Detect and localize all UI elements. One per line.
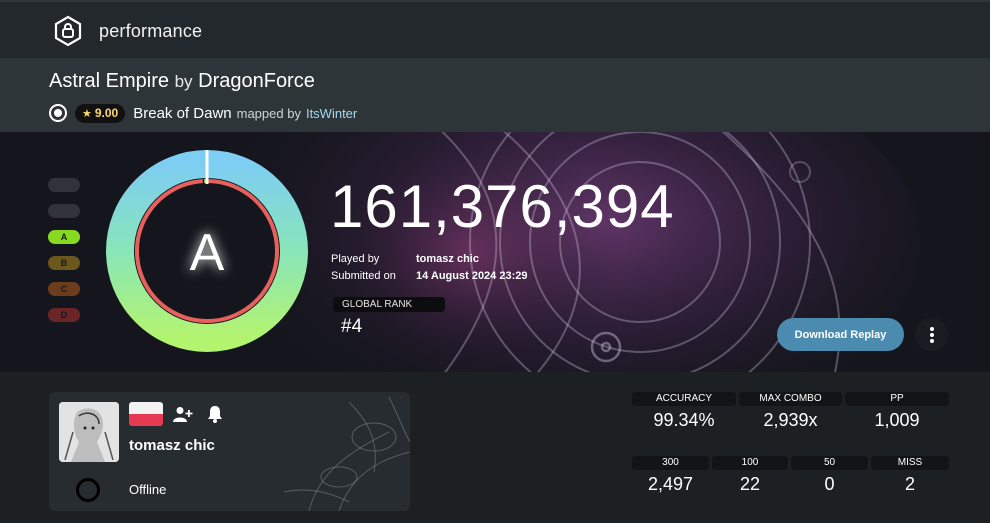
star-rating-value: 9.00 xyxy=(94,106,119,120)
max-combo-value: 2,939x xyxy=(763,410,818,430)
count-100-stat: 100 22 xyxy=(712,456,788,506)
grade-pill: C xyxy=(48,282,80,296)
count-50-value: 0 xyxy=(824,474,835,494)
pp-label: PP xyxy=(845,392,949,406)
miss-label: MISS xyxy=(871,456,949,470)
song-title[interactable]: Astral Empire xyxy=(49,70,169,92)
count-300-stat: 300 2,497 xyxy=(632,456,709,506)
artist-name[interactable]: DragonForce xyxy=(198,70,315,92)
grade-pill xyxy=(48,204,80,218)
miss-stat: MISS 2 xyxy=(871,456,949,506)
bottom-section: tomasz chic Offline ACCURACY 99.34% MAX … xyxy=(0,372,990,523)
count-50-label: 50 xyxy=(791,456,868,470)
mapped-by-label: mapped by xyxy=(236,105,301,121)
beatmap-difficulty-row: ★ 9.00 Break of Dawn mapped by ItsWinter xyxy=(49,102,357,124)
total-score: 161,376,394 xyxy=(330,173,675,240)
accuracy-value: 99.34% xyxy=(653,410,715,430)
bell-icon[interactable] xyxy=(207,405,223,423)
submitted-label: Submitted on xyxy=(331,270,396,282)
grade-list: ABCD xyxy=(48,178,80,334)
global-rank-value: #4 xyxy=(341,316,363,337)
by-label: by xyxy=(174,72,193,91)
count-100-label: 100 xyxy=(712,456,788,470)
accuracy-stat: ACCURACY 99.34% xyxy=(632,392,736,442)
status-indicator-icon xyxy=(76,478,100,502)
played-by-label: Played by xyxy=(331,253,380,265)
max-combo-label: MAX COMBO xyxy=(739,392,842,406)
accuracy-ring: A xyxy=(106,150,308,352)
grade-pill: D xyxy=(48,308,80,322)
accuracy-label: ACCURACY xyxy=(632,392,736,406)
pp-value: 1,009 xyxy=(874,410,920,430)
grade-letter: A xyxy=(190,224,225,282)
grade-pill: B xyxy=(48,256,80,270)
add-friend-icon[interactable] xyxy=(173,406,193,422)
star-icon: ★ xyxy=(82,107,92,120)
page-title: performance xyxy=(99,21,203,41)
beatmap-header: Astral Empire by DragonForce ★ 9.00 Brea… xyxy=(0,58,990,132)
kebab-menu-icon xyxy=(929,326,934,343)
count-100-value: 22 xyxy=(739,474,761,494)
score-panel: ABCD A 161,376,394 Played by tomasz chic… xyxy=(0,132,990,372)
count-300-value: 2,497 xyxy=(647,474,694,494)
count-300-label: 300 xyxy=(632,456,709,470)
ruleset-icon xyxy=(54,15,82,47)
osu-mode-icon xyxy=(49,104,67,122)
submitted-date: 14 August 2024 23:29 xyxy=(416,270,528,282)
country-flag-icon[interactable] xyxy=(129,402,163,426)
beatmap-title: Astral Empire by DragonForce xyxy=(49,70,315,93)
grade-pill: A xyxy=(48,230,80,244)
mapper-link[interactable]: ItsWinter xyxy=(306,106,357,121)
count-50-stat: 50 0 xyxy=(791,456,868,506)
star-rating-badge: ★ 9.00 xyxy=(75,103,126,123)
max-combo-stat: MAX COMBO 2,939x xyxy=(739,392,842,442)
top-bar: performance xyxy=(0,0,990,58)
user-status: Offline xyxy=(129,482,167,497)
global-rank-label: GLOBAL RANK xyxy=(333,297,445,312)
played-by-user[interactable]: tomasz chic xyxy=(416,253,479,265)
more-options-button[interactable] xyxy=(915,318,948,351)
user-card[interactable]: tomasz chic Offline xyxy=(49,392,410,511)
user-card-cover xyxy=(283,396,410,511)
avatar[interactable] xyxy=(59,402,119,462)
avatar-image xyxy=(59,402,119,462)
download-replay-button[interactable]: Download Replay xyxy=(777,318,904,351)
difficulty-name: Break of Dawn xyxy=(133,104,232,122)
grade-pill xyxy=(48,178,80,192)
miss-value: 2 xyxy=(904,474,915,494)
username[interactable]: tomasz chic xyxy=(129,437,215,454)
pp-stat: PP 1,009 xyxy=(845,392,949,442)
